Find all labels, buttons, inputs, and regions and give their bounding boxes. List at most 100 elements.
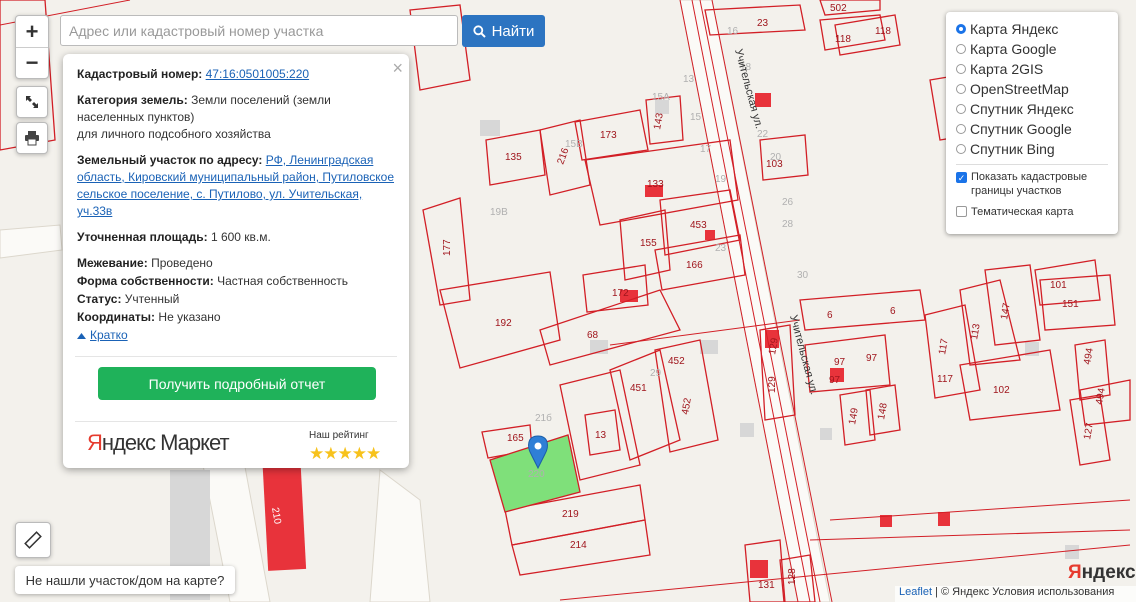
radio-icon: [956, 24, 966, 34]
svg-text:23: 23: [757, 18, 769, 29]
thematic-label: Тематическая карта: [971, 206, 1074, 218]
zoom-out-button[interactable]: −: [16, 48, 48, 78]
layer-option-bing-sat[interactable]: Спутник Bing: [956, 141, 1055, 157]
svg-text:19В: 19В: [490, 207, 508, 218]
printer-icon: [25, 131, 39, 146]
svg-text:220: 220: [528, 469, 545, 480]
area-label: Уточненная площадь:: [77, 230, 208, 244]
svg-text:6: 6: [890, 306, 896, 317]
svg-text:214: 214: [570, 540, 587, 551]
market-logo-first: Я: [87, 430, 103, 455]
category-value2: для личного подсобного хозяйства: [77, 127, 271, 141]
svg-text:165: 165: [507, 433, 524, 444]
svg-text:13: 13: [683, 74, 695, 85]
cadastral-row: Кадастровый номер: 47:16:0501005:220: [77, 66, 395, 83]
yandex-market-logo[interactable]: Яндекс Маркет: [87, 430, 230, 456]
svg-text:29: 29: [650, 368, 662, 379]
checkbox-icon: [956, 206, 967, 217]
coords-row: Координаты: Не указано: [77, 309, 395, 326]
cadastral-label: Кадастровый номер:: [77, 67, 203, 81]
svg-text:15В: 15В: [565, 139, 583, 150]
ruler-icon: [24, 531, 42, 549]
parcel-info-popup: × Кадастровый номер: 47:16:0501005:220 К…: [63, 54, 409, 468]
layer-option-google-map[interactable]: Карта Google: [956, 41, 1057, 57]
svg-text:15А: 15А: [652, 92, 670, 103]
svg-text:155: 155: [640, 238, 657, 249]
svg-text:131: 131: [758, 580, 775, 591]
brief-link[interactable]: Кратко: [77, 327, 395, 344]
svg-text:192: 192: [495, 318, 512, 329]
category-row: Категория земель: Земли поселений (земли…: [77, 92, 395, 143]
radio-icon: [956, 144, 966, 154]
fullscreen-button[interactable]: [16, 86, 48, 118]
svg-text:68: 68: [587, 330, 599, 341]
svg-text:451: 451: [630, 383, 647, 394]
svg-text:20: 20: [770, 152, 782, 163]
svg-text:453: 453: [690, 220, 707, 231]
svg-text:118: 118: [835, 34, 851, 45]
layer-option-2gis-map[interactable]: Карта 2GIS: [956, 61, 1043, 77]
layer-option-yandex-map[interactable]: Карта Яндекс: [956, 21, 1058, 37]
layer-option-yandex-sat[interactable]: Спутник Яндекс: [956, 101, 1074, 117]
svg-text:166: 166: [686, 260, 703, 271]
show-borders-label: Показать кадастровые границы участков: [971, 171, 1088, 197]
svg-text:21б: 21б: [535, 412, 552, 424]
zoom-in-button[interactable]: +: [16, 17, 48, 47]
layer-option-label: Спутник Bing: [970, 141, 1055, 157]
svg-text:135: 135: [505, 152, 522, 163]
find-button[interactable]: Найти: [462, 15, 545, 47]
show-borders-checkbox[interactable]: ✓ Показать кадастровые границы участков: [956, 170, 1106, 198]
yandex-logo: Яндекс: [1068, 562, 1136, 584]
layers-panel: Карта Яндекс Карта Google Карта 2GIS Ope…: [946, 12, 1118, 234]
category-label: Категория земель:: [77, 93, 188, 107]
layer-option-label: Карта 2GIS: [970, 61, 1044, 77]
search-input[interactable]: [60, 15, 458, 46]
attribution: Leaflet | © Яндекс Условия использования: [895, 586, 1136, 602]
leaflet-link[interactable]: Leaflet: [899, 586, 932, 598]
report-button[interactable]: Получить подробный отчет: [98, 367, 376, 400]
coords-label: Координаты:: [77, 310, 156, 324]
svg-text:97: 97: [866, 353, 878, 364]
layer-option-label: Спутник Яндекс: [970, 101, 1074, 117]
cadastral-link[interactable]: 47:16:0501005:220: [206, 67, 309, 81]
zoom-control: + −: [15, 15, 49, 79]
ruler-button[interactable]: [15, 522, 51, 558]
attribution-text: | © Яндекс Условия использования: [935, 586, 1115, 598]
svg-text:118: 118: [875, 26, 891, 37]
svg-text:151: 151: [1062, 299, 1079, 310]
print-button[interactable]: [16, 122, 48, 154]
svg-text:177: 177: [442, 239, 453, 256]
address-row: Земельный участок по адресу: РФ, Ленингр…: [77, 152, 395, 220]
svg-text:128: 128: [787, 568, 798, 585]
svg-text:97: 97: [834, 357, 846, 368]
area-row: Уточненная площадь: 1 600 кв.м.: [77, 229, 395, 246]
radio-icon: [956, 104, 966, 114]
ownership-value: Частная собственность: [217, 274, 349, 288]
svg-text:172: 172: [612, 288, 629, 299]
popup-divider-top: [75, 356, 397, 357]
layer-option-osm[interactable]: OpenStreetMap: [956, 81, 1069, 97]
not-found-button[interactable]: Не нашли участок/дом на карте?: [15, 566, 235, 594]
svg-text:102: 102: [993, 385, 1010, 396]
rating-label: Наш рейтинг: [309, 430, 369, 441]
layers-divider: [956, 164, 1108, 165]
layer-option-google-sat[interactable]: Спутник Google: [956, 121, 1072, 137]
svg-text:16: 16: [727, 26, 739, 37]
status-value: Учтенный: [124, 292, 180, 306]
svg-text:28: 28: [782, 219, 794, 230]
svg-text:101: 101: [1050, 280, 1067, 291]
radio-icon: [956, 84, 966, 94]
popup-divider-bottom: [75, 421, 397, 422]
coords-value: Не указано: [158, 310, 221, 324]
market-logo-rest: ндекс Маркет: [101, 430, 230, 455]
address-label: Земельный участок по адресу:: [77, 153, 263, 167]
triangle-up-icon: [77, 332, 86, 339]
rating-stars-icon: ★★★★★: [309, 444, 381, 463]
survey-row: Межевание: Проведено: [77, 255, 395, 272]
brief-link-label: Кратко: [90, 328, 128, 342]
ownership-label: Форма собственности:: [77, 274, 214, 288]
thematic-map-checkbox[interactable]: Тематическая карта: [956, 205, 1073, 219]
svg-text:117: 117: [937, 374, 953, 385]
svg-text:129: 129: [767, 376, 778, 393]
yandex-logo-first: Я: [1068, 562, 1082, 583]
